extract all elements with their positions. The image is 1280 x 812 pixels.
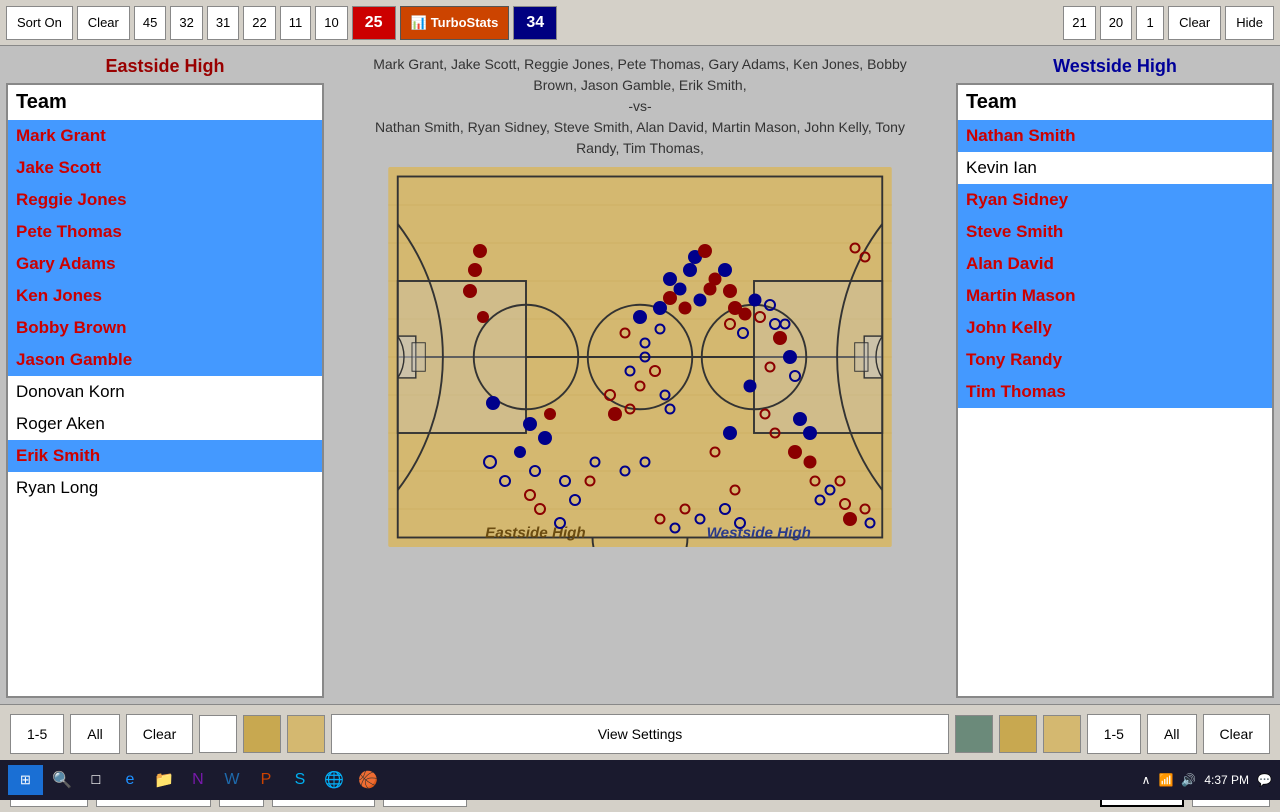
- swatch-right-1[interactable]: [955, 715, 993, 753]
- network-icon: 📶: [1158, 773, 1173, 787]
- left-player-8[interactable]: Donovan Korn: [8, 376, 322, 408]
- sort-on-button[interactable]: Sort On: [6, 6, 73, 40]
- num-31: 31: [207, 6, 239, 40]
- matchup-text: Mark Grant, Jake Scott, Reggie Jones, Pe…: [334, 50, 946, 163]
- court-container: Eastside High Westside High: [375, 167, 905, 547]
- left-player-10[interactable]: Erik Smith: [8, 440, 322, 472]
- turbostats-button[interactable]: 📊 TurboStats: [400, 6, 510, 40]
- right-player-0[interactable]: Nathan Smith: [958, 120, 1272, 152]
- volume-icon: 🔊: [1181, 773, 1196, 787]
- right-all-button[interactable]: All: [1147, 714, 1197, 754]
- num-22: 22: [243, 6, 275, 40]
- left-team-panel: Eastside High TeamMark GrantJake ScottRe…: [0, 46, 330, 704]
- matchup-vs: -vs-: [628, 98, 651, 114]
- right-player-4[interactable]: Alan David: [958, 248, 1272, 280]
- right-player-3[interactable]: Steve Smith: [958, 216, 1272, 248]
- taskbar-app-icon[interactable]: 🏀: [353, 765, 383, 795]
- taskbar-cortana-icon[interactable]: ☐: [81, 765, 111, 795]
- score-right: 34: [513, 6, 557, 40]
- taskbar-ie-icon[interactable]: e: [115, 765, 145, 795]
- left-player-6[interactable]: Bobby Brown: [8, 312, 322, 344]
- clear-left-button[interactable]: Clear: [77, 6, 130, 40]
- right-player-7[interactable]: Tony Randy: [958, 344, 1272, 376]
- taskbar-up-arrow: ∧: [1142, 773, 1151, 787]
- left-player-list: TeamMark GrantJake ScottReggie JonesPete…: [6, 83, 324, 698]
- left-clear-button[interactable]: Clear: [126, 714, 193, 754]
- notification-icon: 💬: [1257, 773, 1272, 787]
- main-content: Eastside High TeamMark GrantJake ScottRe…: [0, 46, 1280, 704]
- left-team-header: Team: [8, 85, 322, 120]
- right-clear-button[interactable]: Clear: [1203, 714, 1270, 754]
- hide-button[interactable]: Hide: [1225, 6, 1274, 40]
- matchup-line1: Mark Grant, Jake Scott, Reggie Jones, Pe…: [373, 56, 907, 93]
- taskbar-ppt-icon[interactable]: P: [251, 765, 281, 795]
- left-1-5-button[interactable]: 1-5: [10, 714, 64, 754]
- num-21: 21: [1063, 6, 1095, 40]
- right-team-title: Westside High: [956, 52, 1274, 83]
- taskbar-onenote-icon[interactable]: N: [183, 765, 213, 795]
- score-left: 25: [352, 6, 396, 40]
- right-player-1[interactable]: Kevin Ian: [958, 152, 1272, 184]
- num-1: 1: [1136, 6, 1164, 40]
- right-1-5-button[interactable]: 1-5: [1087, 714, 1141, 754]
- right-player-8[interactable]: Tim Thomas: [958, 376, 1272, 408]
- left-player-11[interactable]: Ryan Long: [8, 472, 322, 504]
- court-svg: Eastside High Westside High: [375, 167, 905, 547]
- swatch-left-2[interactable]: [243, 715, 281, 753]
- clear-right-button[interactable]: Clear: [1168, 6, 1221, 40]
- view-settings-button[interactable]: View Settings: [331, 714, 948, 754]
- num-32: 32: [170, 6, 202, 40]
- top-toolbar: Sort On Clear 45 32 31 22 11 10 25 📊 Tur…: [0, 0, 1280, 46]
- left-player-3[interactable]: Pete Thomas: [8, 216, 322, 248]
- taskbar-firefox-icon[interactable]: 🌐: [319, 765, 349, 795]
- taskbar-system-tray: ∧ 📶 🔊 4:37 PM 💬: [1142, 773, 1272, 787]
- num-10: 10: [315, 6, 347, 40]
- svg-text:Eastside High: Eastside High: [485, 525, 585, 542]
- clock: 4:37 PM: [1204, 773, 1249, 787]
- start-button[interactable]: ⊞: [8, 765, 43, 795]
- num-11: 11: [280, 6, 312, 40]
- taskbar-skype-icon[interactable]: S: [285, 765, 315, 795]
- taskbar-folder-icon[interactable]: 📁: [149, 765, 179, 795]
- left-team-title: Eastside High: [6, 52, 324, 83]
- taskbar-word-icon[interactable]: W: [217, 765, 247, 795]
- svg-text:Westside High: Westside High: [707, 525, 811, 542]
- left-player-5[interactable]: Ken Jones: [8, 280, 322, 312]
- right-player-2[interactable]: Ryan Sidney: [958, 184, 1272, 216]
- left-player-2[interactable]: Reggie Jones: [8, 184, 322, 216]
- left-all-button[interactable]: All: [70, 714, 120, 754]
- taskbar-search-icon[interactable]: 🔍: [47, 765, 77, 795]
- left-player-0[interactable]: Mark Grant: [8, 120, 322, 152]
- num-20: 20: [1100, 6, 1132, 40]
- swatch-right-3[interactable]: [1043, 715, 1081, 753]
- right-player-list: TeamNathan SmithKevin IanRyan SidneyStev…: [956, 83, 1274, 698]
- swatch-left-3[interactable]: [287, 715, 325, 753]
- right-team-panel: Westside High TeamNathan SmithKevin IanR…: [950, 46, 1280, 704]
- center-panel: Mark Grant, Jake Scott, Reggie Jones, Pe…: [330, 46, 950, 704]
- left-player-9[interactable]: Roger Aken: [8, 408, 322, 440]
- bottom-toolbar: 1-5 All Clear View Settings 1-5 All Clea…: [0, 704, 1280, 762]
- right-player-5[interactable]: Martin Mason: [958, 280, 1272, 312]
- swatch-right-2[interactable]: [999, 715, 1037, 753]
- right-team-header: Team: [958, 85, 1272, 120]
- matchup-line2: Nathan Smith, Ryan Sidney, Steve Smith, …: [375, 119, 905, 156]
- turbostats-icon: 📊: [411, 15, 427, 31]
- left-player-1[interactable]: Jake Scott: [8, 152, 322, 184]
- turbostats-label: TurboStats: [431, 15, 499, 30]
- taskbar: ⊞ 🔍 ☐ e 📁 N W P S 🌐 🏀 ∧ 📶 🔊 4:37 PM 💬: [0, 760, 1280, 800]
- left-player-7[interactable]: Jason Gamble: [8, 344, 322, 376]
- right-player-6[interactable]: John Kelly: [958, 312, 1272, 344]
- swatch-left-1[interactable]: [199, 715, 237, 753]
- num-45: 45: [134, 6, 166, 40]
- left-player-4[interactable]: Gary Adams: [8, 248, 322, 280]
